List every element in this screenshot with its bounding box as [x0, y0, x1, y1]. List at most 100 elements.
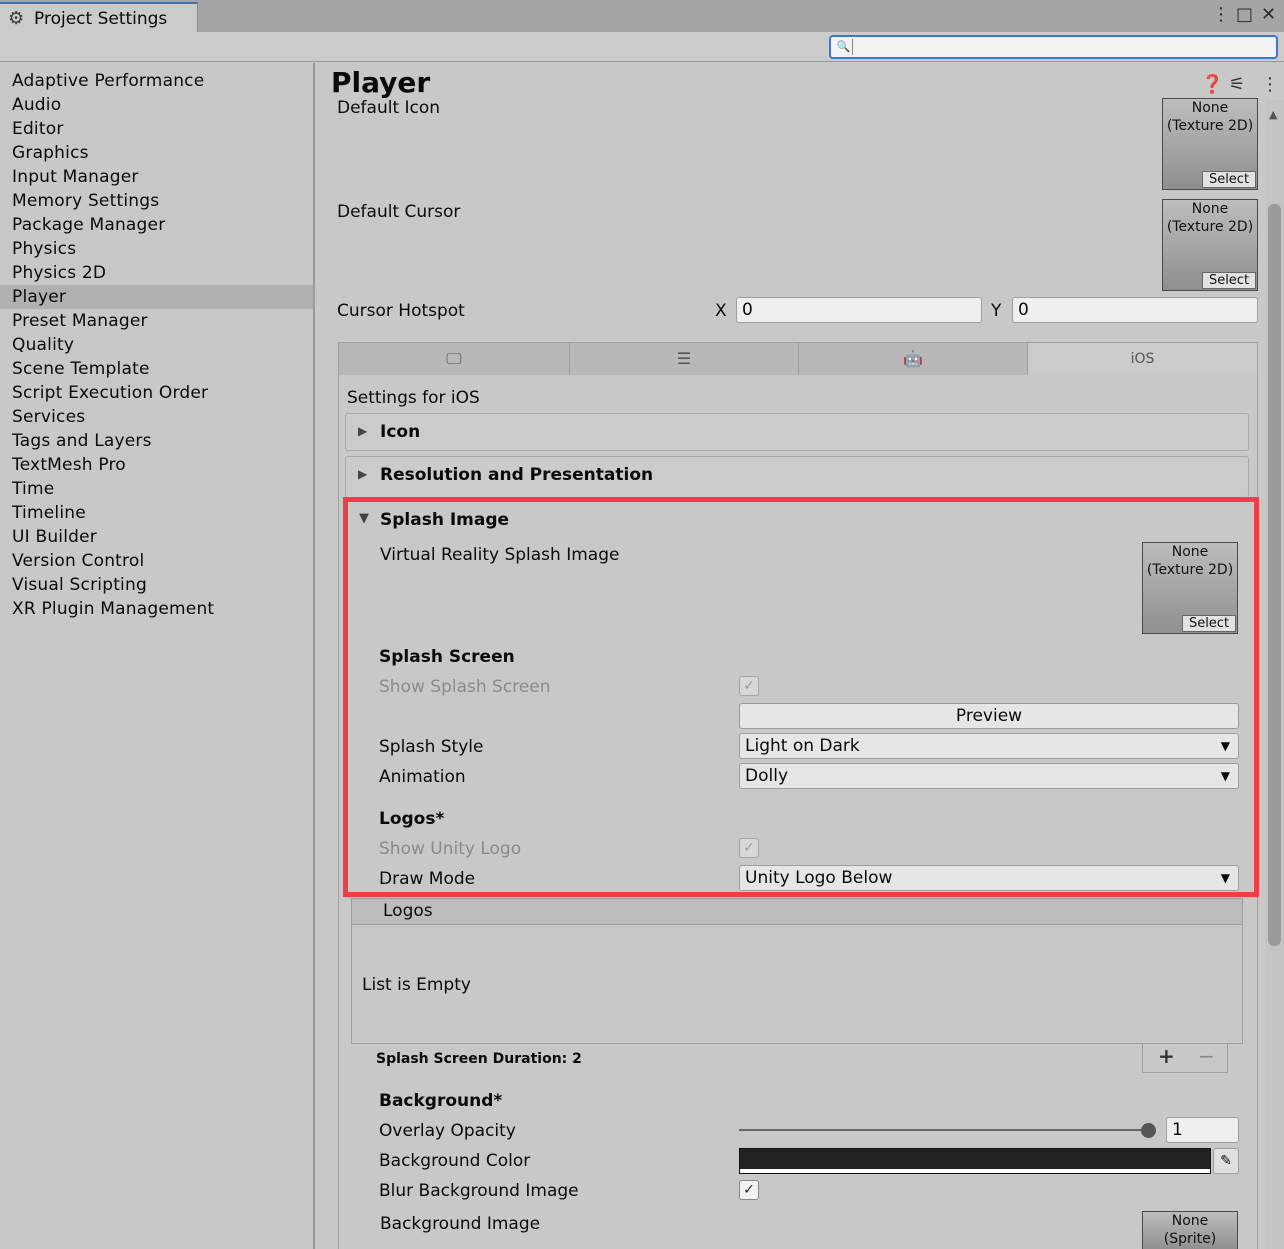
sidebar-item-timeline[interactable]: Timeline — [0, 501, 313, 525]
animation-dropdown[interactable]: Dolly ▼ — [739, 763, 1239, 789]
scrollbar-thumb[interactable] — [1268, 204, 1281, 946]
texture-value-line2: (Texture 2D) — [1166, 219, 1254, 235]
collapse-arrow-icon[interactable]: ▼ — [359, 511, 369, 526]
hotspot-x-field[interactable]: 0 — [736, 297, 982, 323]
default-icon-texture-field[interactable]: None (Texture 2D) Select — [1162, 98, 1258, 190]
monitor-icon: 🖵 — [446, 349, 462, 368]
texture-value-line2: (Texture 2D) — [1146, 562, 1234, 578]
gear-icon: ⚙ — [8, 8, 25, 29]
hotspot-y-field[interactable]: 0 — [1012, 297, 1258, 323]
tab-android[interactable]: 🤖 — [799, 343, 1028, 375]
show-unity-logo-checkbox[interactable]: ✓ — [739, 838, 759, 858]
sidebar-item-input-manager[interactable]: Input Manager — [0, 165, 313, 189]
background-color-field[interactable] — [739, 1148, 1211, 1174]
expand-arrow-icon: ▶ — [358, 467, 368, 481]
background-color-label: Background Color — [379, 1151, 531, 1171]
remove-icon[interactable]: − — [1198, 1044, 1215, 1068]
select-button[interactable]: Select — [1202, 272, 1256, 289]
select-button[interactable]: Select — [1202, 171, 1256, 188]
eyedropper-icon[interactable]: ✎ — [1213, 1148, 1239, 1174]
draw-mode-label: Draw Mode — [379, 869, 476, 889]
search-icon: 🔍 — [835, 39, 853, 55]
android-icon: 🤖 — [903, 349, 923, 368]
sidebar-item-script-execution-order[interactable]: Script Execution Order — [0, 381, 313, 405]
cursor-hotspot-label: Cursor Hotspot — [337, 301, 465, 321]
preset-sliders-icon[interactable]: ⚟ — [1229, 74, 1245, 95]
select-button[interactable]: Select — [1182, 615, 1236, 632]
sidebar-item-adaptive-performance[interactable]: Adaptive Performance — [0, 69, 313, 93]
splash-style-dropdown[interactable]: Light on Dark ▼ — [739, 733, 1239, 759]
show-splash-checkbox[interactable]: ✓ — [739, 676, 759, 696]
sidebar-item-player[interactable]: Player — [0, 285, 313, 309]
close-icon[interactable]: ✕ — [1261, 4, 1276, 25]
sidebar-item-visual-scripting[interactable]: Visual Scripting — [0, 573, 313, 597]
blur-background-label: Blur Background Image — [379, 1181, 579, 1201]
list-empty-text: List is Empty — [362, 975, 471, 995]
expand-arrow-icon: ▶ — [358, 424, 368, 438]
logos-list-body: List is Empty — [351, 925, 1243, 1044]
sidebar-item-ui-builder[interactable]: UI Builder — [0, 525, 313, 549]
default-icon-label: Default Icon — [337, 98, 441, 118]
splash-image-foldout-title[interactable]: Splash Image — [380, 510, 509, 530]
tab-standalone[interactable]: 🖵 — [339, 343, 570, 375]
scroll-up-arrow-icon[interactable]: ▲ — [1269, 108, 1277, 121]
chevron-down-icon: ▼ — [1220, 769, 1230, 783]
sidebar-item-audio[interactable]: Audio — [0, 93, 313, 117]
sidebar-item-editor[interactable]: Editor — [0, 117, 313, 141]
settings-for-label: Settings for iOS — [347, 388, 480, 408]
show-splash-label: Show Splash Screen — [379, 677, 551, 697]
sidebar-item-memory-settings[interactable]: Memory Settings — [0, 189, 313, 213]
sidebar-item-preset-manager[interactable]: Preset Manager — [0, 309, 313, 333]
default-cursor-texture-field[interactable]: None (Texture 2D) Select — [1162, 199, 1258, 291]
overlay-opacity-field[interactable]: 1 — [1166, 1117, 1239, 1143]
search-input[interactable]: 🔍 — [829, 35, 1278, 59]
draw-mode-dropdown[interactable]: Unity Logo Below ▼ — [739, 865, 1239, 891]
splash-screen-header: Splash Screen — [379, 647, 515, 667]
texture-value-line1: None — [1191, 201, 1229, 217]
vr-splash-texture-field[interactable]: None (Texture 2D) Select — [1142, 542, 1238, 634]
background-image-sprite-field[interactable]: None (Sprite) — [1142, 1211, 1238, 1249]
sidebar-item-package-manager[interactable]: Package Manager — [0, 213, 313, 237]
dropdown-value: Light on Dark — [745, 736, 860, 756]
project-settings-tab[interactable]: ⚙ Project Settings — [0, 2, 198, 33]
kebab-menu-icon[interactable]: ⋮ — [1212, 4, 1230, 25]
page-title: Player — [331, 66, 431, 99]
splash-style-label: Splash Style — [379, 737, 484, 757]
sprite-value-line2: (Sprite) — [1163, 1231, 1217, 1247]
add-icon[interactable]: + — [1158, 1044, 1175, 1068]
default-cursor-label: Default Cursor — [337, 202, 461, 222]
dropdown-value: Unity Logo Below — [745, 868, 893, 888]
help-icon[interactable]: ❓ — [1201, 74, 1223, 95]
splash-duration-label: Splash Screen Duration: 2 — [376, 1051, 582, 1067]
tab-ios[interactable]: iOS — [1028, 343, 1257, 375]
sprite-value-line1: None — [1171, 1213, 1209, 1229]
texture-value-line1: None — [1191, 100, 1229, 116]
chevron-down-icon: ▼ — [1220, 739, 1230, 753]
sidebar-item-time[interactable]: Time — [0, 477, 313, 501]
overlay-opacity-slider-handle[interactable] — [1141, 1123, 1156, 1138]
tab-server[interactable]: ☰ — [570, 343, 799, 375]
resolution-foldout[interactable]: ▶ Resolution and Presentation — [345, 456, 1249, 498]
logos-header: Logos* — [379, 809, 445, 829]
sidebar-item-physics-2d[interactable]: Physics 2D — [0, 261, 313, 285]
platform-tabs: 🖵 ☰ 🤖 iOS — [338, 342, 1258, 375]
overlay-opacity-label: Overlay Opacity — [379, 1121, 516, 1141]
sidebar-item-physics[interactable]: Physics — [0, 237, 313, 261]
sidebar-item-version-control[interactable]: Version Control — [0, 549, 313, 573]
sidebar-item-scene-template[interactable]: Scene Template — [0, 357, 313, 381]
icon-foldout[interactable]: ▶ Icon — [345, 413, 1249, 451]
settings-sidebar: Adaptive Performance Audio Editor Graphi… — [0, 63, 315, 1249]
sidebar-item-quality[interactable]: Quality — [0, 333, 313, 357]
sidebar-item-xr-plugin-management[interactable]: XR Plugin Management — [0, 597, 313, 621]
overlay-opacity-slider[interactable] — [739, 1129, 1149, 1131]
preview-button[interactable]: Preview — [739, 703, 1239, 729]
maximize-icon[interactable]: □ — [1236, 4, 1253, 25]
sidebar-item-services[interactable]: Services — [0, 405, 313, 429]
sidebar-item-graphics[interactable]: Graphics — [0, 141, 313, 165]
sidebar-item-textmesh-pro[interactable]: TextMesh Pro — [0, 453, 313, 477]
sidebar-item-tags-and-layers[interactable]: Tags and Layers — [0, 429, 313, 453]
blur-background-checkbox[interactable]: ✓ — [739, 1180, 759, 1200]
more-options-icon[interactable]: ⋮ — [1261, 74, 1279, 95]
animation-label: Animation — [379, 767, 466, 787]
dropdown-value: Dolly — [745, 766, 788, 786]
